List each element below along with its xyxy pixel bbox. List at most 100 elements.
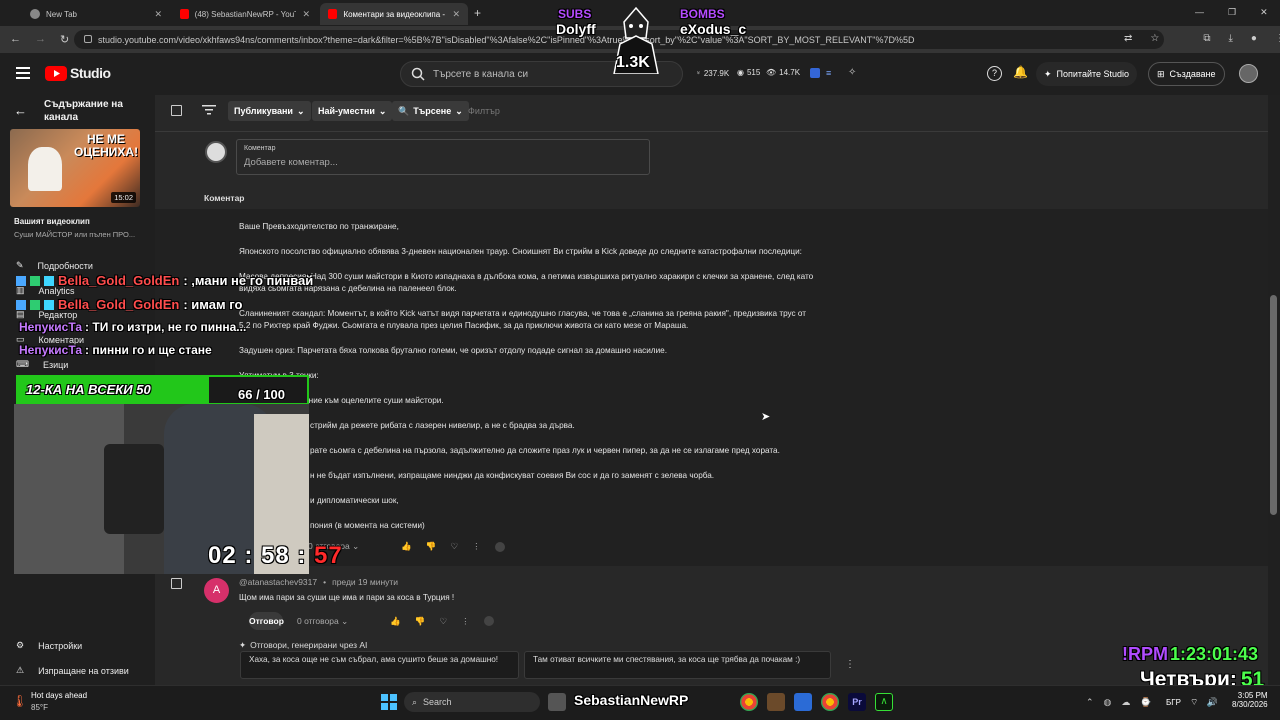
app-icon[interactable] (794, 693, 812, 711)
scrollbar-thumb[interactable] (1270, 295, 1277, 515)
tab-new-tab[interactable]: New Tab ✕ (22, 3, 170, 25)
creator-avatar-icon (483, 616, 494, 626)
translate-icon[interactable]: ⇄ (1124, 33, 1132, 44)
thumbnail-caption: НЕ МЕ ОЦЕНИХА! (74, 132, 139, 159)
comment-line: рате сьомга с дебелина на пързола, задъл… (310, 446, 780, 455)
chrome-active-icon[interactable] (821, 693, 839, 711)
create-button[interactable]: ⊞ Създаване (1148, 62, 1225, 86)
new-tab-button[interactable]: + (474, 6, 481, 20)
site-info-icon[interactable] (84, 35, 92, 43)
account-avatar[interactable] (1239, 64, 1258, 83)
download-icon[interactable]: ⤓ (1229, 33, 1233, 44)
tray-app-icon[interactable]: ◍ (1104, 697, 1112, 708)
replies-dropdown[interactable]: 0 отговора ⌄ (297, 616, 348, 627)
profile-icon[interactable]: ● (1251, 33, 1257, 44)
your-video-label: Вашият видеоклип (14, 217, 90, 226)
dislike-icon[interactable]: 👎 (426, 541, 437, 552)
weather-title[interactable]: Hot days ahead (31, 691, 87, 700)
mouse-cursor: ➤ (761, 411, 771, 423)
hamburger-menu-icon[interactable] (16, 67, 30, 79)
tray-app-icon[interactable]: ⌚ (1140, 697, 1151, 708)
back-icon[interactable]: ← (10, 33, 21, 46)
rpm-counter: !RPM 1:23:01:43 (1122, 644, 1259, 664)
studio-logo[interactable]: Studio (45, 65, 111, 81)
ask-studio-button[interactable]: ✦ Попитайте Studio (1036, 62, 1138, 86)
comment-line: пония (в момента на системи) (310, 521, 425, 530)
chevron-down-icon: ⌄ (296, 105, 305, 116)
video-thumbnail[interactable]: НЕ МЕ ОЦЕНИХА! 15:02 (10, 129, 140, 207)
sidebar-item-details[interactable]: ✎ Подробности (16, 260, 93, 271)
languages-icon: ⌨ (16, 359, 29, 369)
more-suggestions-icon[interactable]: ⋮ (845, 659, 855, 670)
search-check-icon: 🔍 (398, 105, 410, 116)
close-tab-icon[interactable]: ✕ (154, 9, 162, 20)
published-filter[interactable]: Публикувани ⌄ (228, 101, 311, 121)
tab-comments[interactable]: Коментари за видеоклипа - Y ✕ (320, 3, 468, 25)
chrome-icon[interactable] (740, 693, 758, 711)
heart-icon[interactable]: ♡ (439, 616, 447, 627)
like-icon[interactable]: 👍 (401, 541, 412, 552)
close-tab-icon[interactable]: ✕ (452, 9, 460, 20)
select-all-checkbox[interactable] (171, 105, 182, 116)
language-indicator[interactable]: БГР (1166, 698, 1181, 707)
minimize-icon[interactable]: — (1195, 7, 1204, 18)
windows-start-icon[interactable] (381, 694, 397, 710)
ai-reply-suggestion[interactable]: Там отиват всичките ми спестявания, за к… (524, 651, 831, 679)
reload-icon[interactable]: ↻ (60, 33, 69, 46)
badge-icon (16, 275, 26, 286)
more-options-icon[interactable]: ⋮ (472, 541, 481, 552)
timer-hours-minutes: 02 : 58 : (208, 542, 315, 569)
weather-icon[interactable]: 🌡 (12, 694, 27, 708)
feedback-icon: ⚠ (16, 665, 25, 675)
comment-line: 5.2 по Рихтер край Фуджи. Сьомгата е плу… (239, 321, 689, 330)
ai-reply-suggestion[interactable]: Хаха, за коса още не съм събрал, ама суш… (240, 651, 519, 679)
tray-app-icon[interactable]: ☁ (1121, 697, 1130, 708)
sidebar-item-feedback[interactable]: ⚠ Изпращане на отзиви (16, 665, 129, 676)
views-stat: ◉ 515 (737, 68, 761, 77)
sparkle-icon[interactable]: ✧ (848, 67, 856, 78)
app-icon[interactable] (767, 693, 785, 711)
bookmark-star-icon[interactable]: ☆ (1150, 33, 1159, 44)
more-options-icon[interactable]: ⋮ (461, 616, 470, 627)
extensions-icon[interactable]: ⧉ (1203, 33, 1210, 44)
maximize-icon[interactable]: ❐ (1228, 7, 1236, 18)
task-view-icon[interactable] (548, 693, 566, 711)
sidebar-item-languages[interactable]: ⌨ Езици (16, 359, 68, 370)
heart-icon[interactable]: ♡ (450, 541, 458, 552)
close-tab-icon[interactable]: ✕ (302, 9, 310, 20)
premiere-icon[interactable]: Pr (848, 693, 866, 711)
overlay-bombs-name: eXodus_c (680, 21, 747, 37)
sidebar-item-settings[interactable]: ⚙ Настройки (16, 640, 82, 651)
menu-dots-icon[interactable]: ⋮ (1275, 33, 1280, 44)
search-filter[interactable]: 🔍 Търсене ⌄ (392, 101, 469, 121)
like-icon[interactable]: 👍 (390, 616, 401, 627)
forward-icon[interactable]: → (35, 33, 46, 46)
comment-line: и дипломатически шок, (310, 496, 399, 505)
comment-author[interactable]: @atanastachev9317 (239, 577, 317, 587)
system-tray: ⌃ ◍ ☁ ⌚ (1086, 697, 1152, 708)
add-comment-input[interactable]: Коментар Добавете коментар... (236, 139, 650, 175)
window-close-icon[interactable]: ✕ (1260, 7, 1268, 18)
most-relevant-filter[interactable]: Най-уместни ⌄ (312, 101, 393, 121)
tray-chevron-icon[interactable]: ⌃ (1086, 697, 1094, 708)
network-volume-icons[interactable]: ⌔ 🔊 (1190, 697, 1218, 708)
notes-icon[interactable]: ≡ (826, 68, 831, 78)
wifi-icon: ⌔ (1190, 697, 1199, 707)
clock[interactable]: 3:05 PM 8/30/2026 (1232, 691, 1268, 709)
globe-icon (30, 9, 40, 19)
help-icon[interactable]: ? (987, 66, 1002, 81)
filter-icon[interactable] (202, 104, 216, 116)
taskbar-search[interactable]: ⌕ Search (404, 692, 540, 712)
extension-icon[interactable] (810, 68, 820, 78)
filter-input[interactable]: Филтър (468, 106, 500, 116)
tab-youtube[interactable]: (48) SebastianNewRP - YouTube ✕ (172, 3, 318, 25)
chat-message: НепукисТа : ТИ го изтри, не го пинна... (19, 320, 247, 334)
reply-button[interactable]: Отговор (249, 612, 284, 630)
dislike-icon[interactable]: 👎 (415, 616, 426, 627)
overlay-center-count: 1.3K (616, 54, 650, 71)
subs-stat: ⍤ 237.9K (696, 68, 730, 78)
app-icon[interactable]: ∧ (875, 693, 893, 711)
notifications-bell-icon[interactable]: 🔔 (1013, 65, 1028, 79)
comment-checkbox[interactable] (171, 578, 182, 589)
back-arrow-icon[interactable]: ← (14, 103, 27, 118)
